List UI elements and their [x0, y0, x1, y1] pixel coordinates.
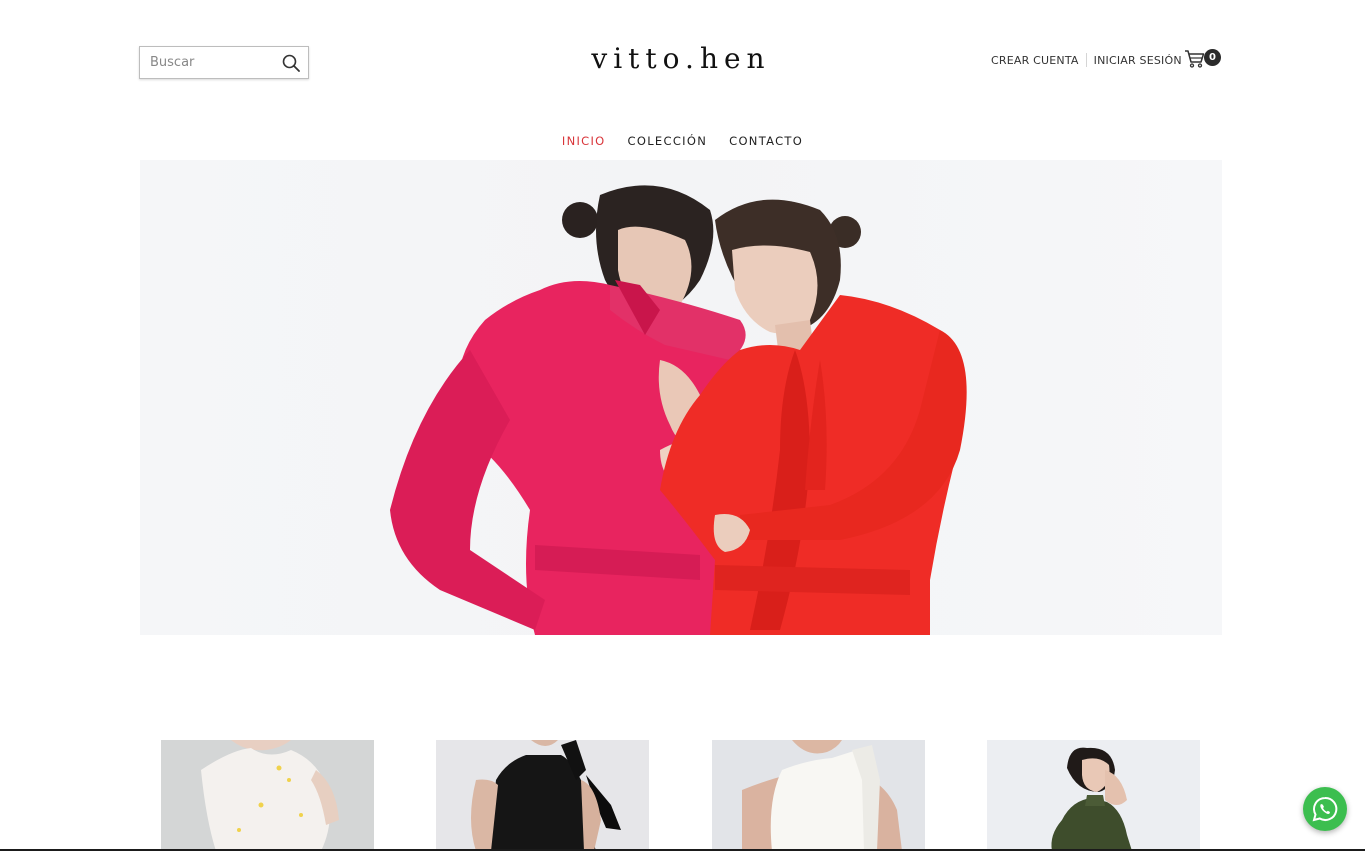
product-card[interactable] — [436, 740, 649, 851]
product-grid — [0, 740, 1365, 851]
product-image-2 — [436, 740, 649, 851]
cart-count-badge: 0 — [1204, 49, 1221, 66]
nav-item-coleccion[interactable]: COLECCIÓN — [628, 134, 708, 148]
hero-image — [390, 185, 967, 635]
whatsapp-button[interactable] — [1303, 787, 1347, 831]
nav-item-contacto[interactable]: CONTACTO — [729, 134, 803, 148]
main-nav: INICIO COLECCIÓN CONTACTO — [0, 134, 1365, 148]
nav-item-inicio[interactable]: INICIO — [562, 134, 606, 148]
login-link[interactable]: INICIAR SESIÓN — [1094, 54, 1182, 67]
hero-banner[interactable] — [140, 160, 1222, 635]
product-image-3 — [712, 740, 925, 851]
logo-text: vitto.hen — [591, 42, 771, 75]
product-card[interactable] — [712, 740, 925, 851]
product-image-4 — [987, 740, 1200, 851]
product-card[interactable] — [987, 740, 1200, 851]
whatsapp-icon — [1312, 796, 1338, 822]
product-image-1 — [161, 740, 374, 851]
product-card[interactable] — [161, 740, 374, 851]
divider — [1085, 53, 1087, 67]
create-account-link[interactable]: CREAR CUENTA — [991, 54, 1079, 67]
cart-button[interactable]: 0 — [1184, 48, 1224, 70]
account-links: CREAR CUENTA INICIAR SESIÓN — [991, 53, 1182, 67]
